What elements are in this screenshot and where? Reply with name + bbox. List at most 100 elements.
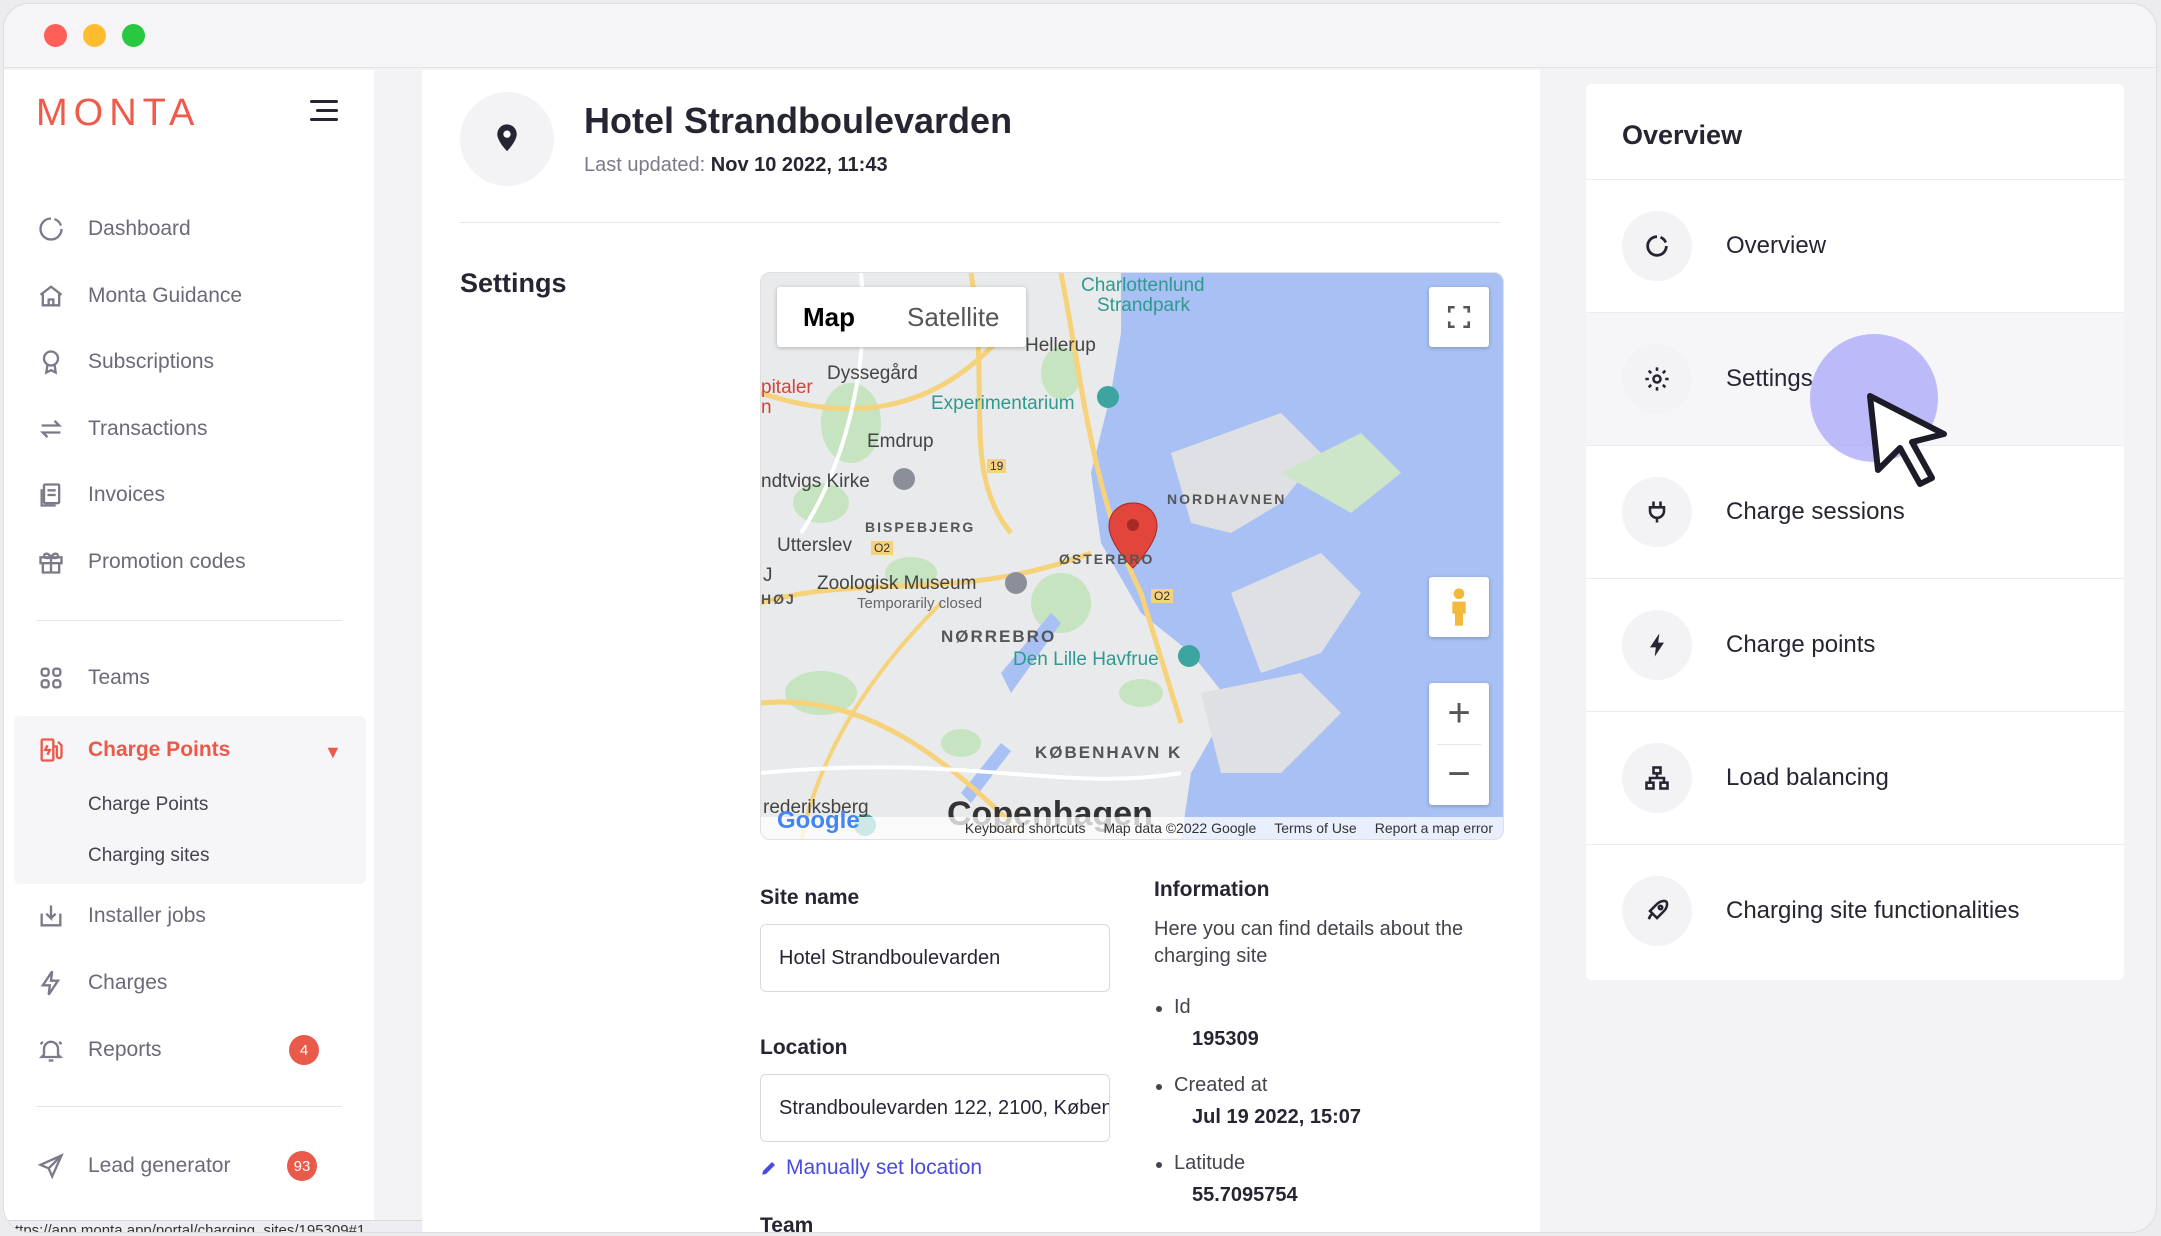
sidebar-item-promotion-codes[interactable]: Promotion codes xyxy=(36,542,246,582)
map-label: ndtvigs Kirke xyxy=(761,471,870,492)
pencil-icon xyxy=(762,1162,775,1175)
sidebar-item-transactions[interactable]: Transactions xyxy=(36,409,207,449)
panel-item-label: Load balancing xyxy=(1726,764,1889,791)
report-map-error-link[interactable]: Report a map error xyxy=(1375,820,1493,836)
send-icon xyxy=(36,1151,66,1181)
map-label: Den Lille Havfrue xyxy=(1013,649,1159,670)
team-label: Team xyxy=(760,1214,814,1233)
info-item-value: 55.7095754 xyxy=(1192,1184,1298,1206)
zoom-in-button[interactable]: + xyxy=(1429,684,1489,744)
sidebar-item-teams[interactable]: Teams xyxy=(36,658,150,698)
maximize-window-button[interactable] xyxy=(122,24,145,47)
sidebar-item-reports[interactable]: Reports xyxy=(36,1030,162,1070)
sidebar-item-dashboard[interactable]: Dashboard xyxy=(36,209,191,249)
panel-item-load-balancing[interactable]: Load balancing xyxy=(1586,712,2124,844)
panel-item-overview[interactable]: Overview xyxy=(1586,180,2124,312)
window-titlebar xyxy=(4,4,2156,68)
sidebar-item-label: Monta Guidance xyxy=(88,284,243,307)
page-title: Hotel Strandboulevarden xyxy=(584,100,1013,141)
panel-item-charging-site-functionalities[interactable]: Charging site functionalities xyxy=(1586,845,2124,977)
sidebar-item-lead-generator[interactable]: Lead generator xyxy=(36,1146,230,1186)
keyboard-shortcuts-link[interactable]: Keyboard shortcuts xyxy=(965,820,1086,836)
map-tab-satellite[interactable]: Satellite xyxy=(881,287,1026,347)
map-label: KØBENHAVN K xyxy=(1035,743,1183,762)
panel-item-charge-sessions[interactable]: Charge sessions xyxy=(1586,446,2124,578)
sidebar-item-subscriptions[interactable]: Subscriptions xyxy=(36,342,214,382)
dashboard-icon xyxy=(36,214,66,244)
hierarchy-icon xyxy=(1622,743,1692,813)
sidebar-item-label: Charge Points xyxy=(88,738,231,761)
map-data-attribution: Map data ©2022 Google xyxy=(1103,820,1257,836)
terms-of-use-link[interactable]: Terms of Use xyxy=(1274,820,1356,836)
status-bar-url: ttps://app.monta.app/portal/charging_sit… xyxy=(4,1220,480,1232)
map-label: HØJ xyxy=(761,591,796,607)
sidebar-item-label: Invoices xyxy=(88,483,166,506)
information-description: Here you can find details about the char… xyxy=(1154,918,1464,967)
main-content: Hotel Strandboulevarden Last updated: No… xyxy=(422,70,1540,1233)
header-divider xyxy=(460,222,1500,223)
map-label: NORDHAVNEN xyxy=(1167,491,1287,507)
download-icon xyxy=(36,901,66,931)
sidebar-subitem-charging-sites[interactable]: Charging sites xyxy=(88,845,209,867)
map-label: NØRREBRO xyxy=(941,627,1057,646)
map-label: pitaler xyxy=(761,377,813,398)
sidebar-divider xyxy=(36,620,342,621)
arrows-icon xyxy=(36,414,66,444)
gear-icon xyxy=(1622,344,1692,414)
zoom-out-button[interactable]: − xyxy=(1429,745,1489,805)
app-window: MONTA Dashboard Monta Guidance Subscript… xyxy=(3,3,2157,1233)
information-title: Information xyxy=(1154,878,1270,901)
map[interactable]: Map Satellite + − Charlottenlund Strandp… xyxy=(760,272,1504,840)
plug-icon xyxy=(1622,477,1692,547)
sidebar-item-label: Lead generator xyxy=(88,1154,231,1177)
sidebar-item-installer-jobs[interactable]: Installer jobs xyxy=(36,896,206,936)
rocket-icon xyxy=(1622,876,1692,946)
reports-badge: 4 xyxy=(289,1035,319,1065)
mouse-cursor-icon xyxy=(1867,393,1947,487)
lead-generator-badge: 93 xyxy=(287,1151,317,1181)
road-shield: O2 xyxy=(871,541,894,555)
site-name-input[interactable]: Hotel Strandboulevarden xyxy=(760,924,1110,992)
sidebar-item-invoices[interactable]: Invoices xyxy=(36,475,165,515)
minimize-window-button[interactable] xyxy=(83,24,106,47)
map-label: Utterslev xyxy=(777,535,852,556)
sidebar-item-charge-points[interactable]: Charge Points xyxy=(36,730,230,770)
street-view-pegman-icon[interactable] xyxy=(1429,577,1489,637)
panel-item-charge-points[interactable]: Charge points xyxy=(1586,579,2124,711)
panel-item-label: Charge sessions xyxy=(1726,498,1905,525)
bell-icon xyxy=(36,1035,66,1065)
last-updated: Last updated: Nov 10 2022, 11:43 xyxy=(584,154,888,176)
charger-icon xyxy=(36,735,66,765)
location-input[interactable]: Strandboulevarden 122, 2100, København xyxy=(760,1074,1110,1142)
sidebar-item-label: Installer jobs xyxy=(88,904,206,927)
map-label: Hellerup xyxy=(1025,335,1096,356)
sidebar-item-charges[interactable]: Charges xyxy=(36,963,167,1003)
info-item-label: Id xyxy=(1156,996,1191,1018)
sidebar-item-label: Transactions xyxy=(88,417,208,440)
info-item-value: 195309 xyxy=(1192,1028,1259,1050)
map-label: Strandpark xyxy=(1097,295,1190,316)
map-tab-map[interactable]: Map xyxy=(777,287,881,347)
map-label: Experimentarium xyxy=(931,393,1075,414)
monta-logo[interactable]: MONTA xyxy=(36,92,200,135)
manually-set-location-link[interactable]: Manually set location xyxy=(760,1156,982,1180)
sidebar-item-label: Charges xyxy=(88,971,168,994)
panel-item-label: Charging site functionalities xyxy=(1726,897,2020,924)
fullscreen-icon[interactable] xyxy=(1429,287,1489,347)
menu-toggle-icon[interactable] xyxy=(310,100,340,124)
sidebar-item-monta-guidance[interactable]: Monta Guidance xyxy=(36,276,242,316)
overview-icon xyxy=(1622,211,1692,281)
sidebar-item-label: Promotion codes xyxy=(88,550,246,573)
map-label: Emdrup xyxy=(867,431,934,452)
badge-icon xyxy=(36,347,66,377)
sidebar-subitem-charge-points[interactable]: Charge Points xyxy=(88,794,208,816)
sidebar: MONTA Dashboard Monta Guidance Subscript… xyxy=(4,70,480,1232)
panel-item-label: Overview xyxy=(1726,232,1827,259)
info-item-label: Latitude xyxy=(1155,1152,1246,1174)
close-window-button[interactable] xyxy=(44,24,67,47)
road-shield: O2 xyxy=(1151,589,1174,603)
bolt-icon xyxy=(36,968,66,998)
chevron-down-icon[interactable]: ▼ xyxy=(324,742,342,763)
location-label: Location xyxy=(760,1036,848,1059)
info-item-label: Created at xyxy=(1155,1074,1268,1096)
